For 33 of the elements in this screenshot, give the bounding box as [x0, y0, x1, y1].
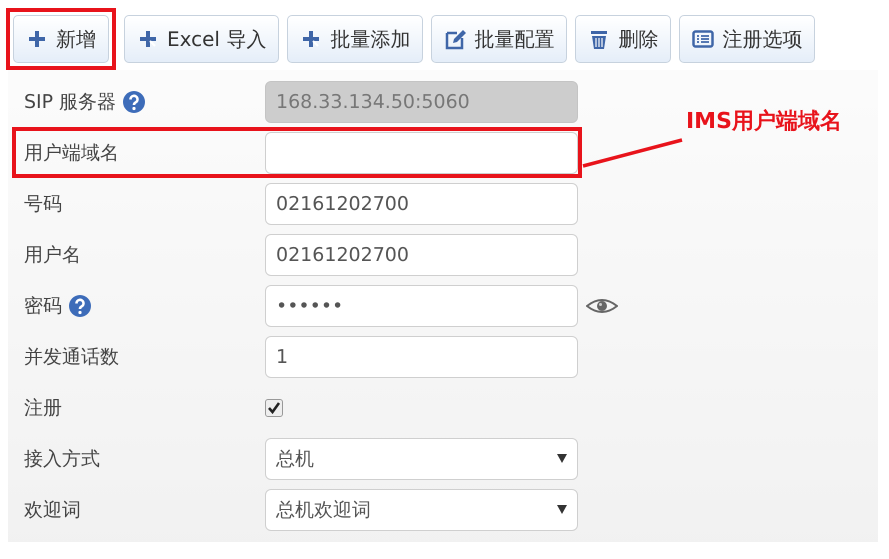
field-label: 接入方式: [24, 446, 100, 472]
input-field[interactable]: 1: [265, 336, 578, 378]
field-label: 用户名: [24, 242, 81, 268]
plus-icon: [137, 28, 159, 50]
input-field: 168.33.134.50:5060: [265, 80, 578, 122]
toolbar-button[interactable]: Excel 导入: [124, 15, 280, 63]
field-label: 号码: [24, 192, 62, 216]
field-label: SIP 服务器: [24, 90, 116, 114]
field-label: 密码: [24, 294, 62, 318]
eye-icon[interactable]: [586, 296, 618, 314]
select-field[interactable]: 总机欢迎词: [265, 488, 578, 530]
input-field[interactable]: 02161202700: [265, 182, 578, 224]
annotation-text: IMS用户端域名: [686, 108, 842, 136]
input-field[interactable]: [265, 132, 578, 174]
field-label: 注册: [24, 396, 62, 420]
input-field[interactable]: 02161202700: [265, 234, 578, 276]
toolbar-button[interactable]: 批量添加: [287, 15, 424, 63]
caret-icon: [557, 454, 567, 463]
field-label: 欢迎词: [24, 498, 81, 522]
list-card-icon: [692, 28, 714, 50]
plus-icon: [26, 28, 48, 50]
toolbar-button[interactable]: 新增: [13, 15, 109, 63]
checkbox[interactable]: [265, 398, 283, 416]
toolbar-button[interactable]: 批量配置: [431, 15, 568, 63]
toolbar-button[interactable]: 注册选项: [679, 15, 816, 63]
password-field[interactable]: ••••••: [265, 284, 578, 326]
select-field[interactable]: 总机: [265, 438, 578, 480]
help-icon[interactable]: [68, 294, 92, 318]
field-label: 用户端域名: [24, 140, 119, 166]
caret-icon: [557, 505, 567, 514]
edit-icon: [444, 28, 466, 50]
field-label: 并发通话数: [24, 344, 119, 370]
toolbar-button[interactable]: 删除: [575, 15, 672, 63]
